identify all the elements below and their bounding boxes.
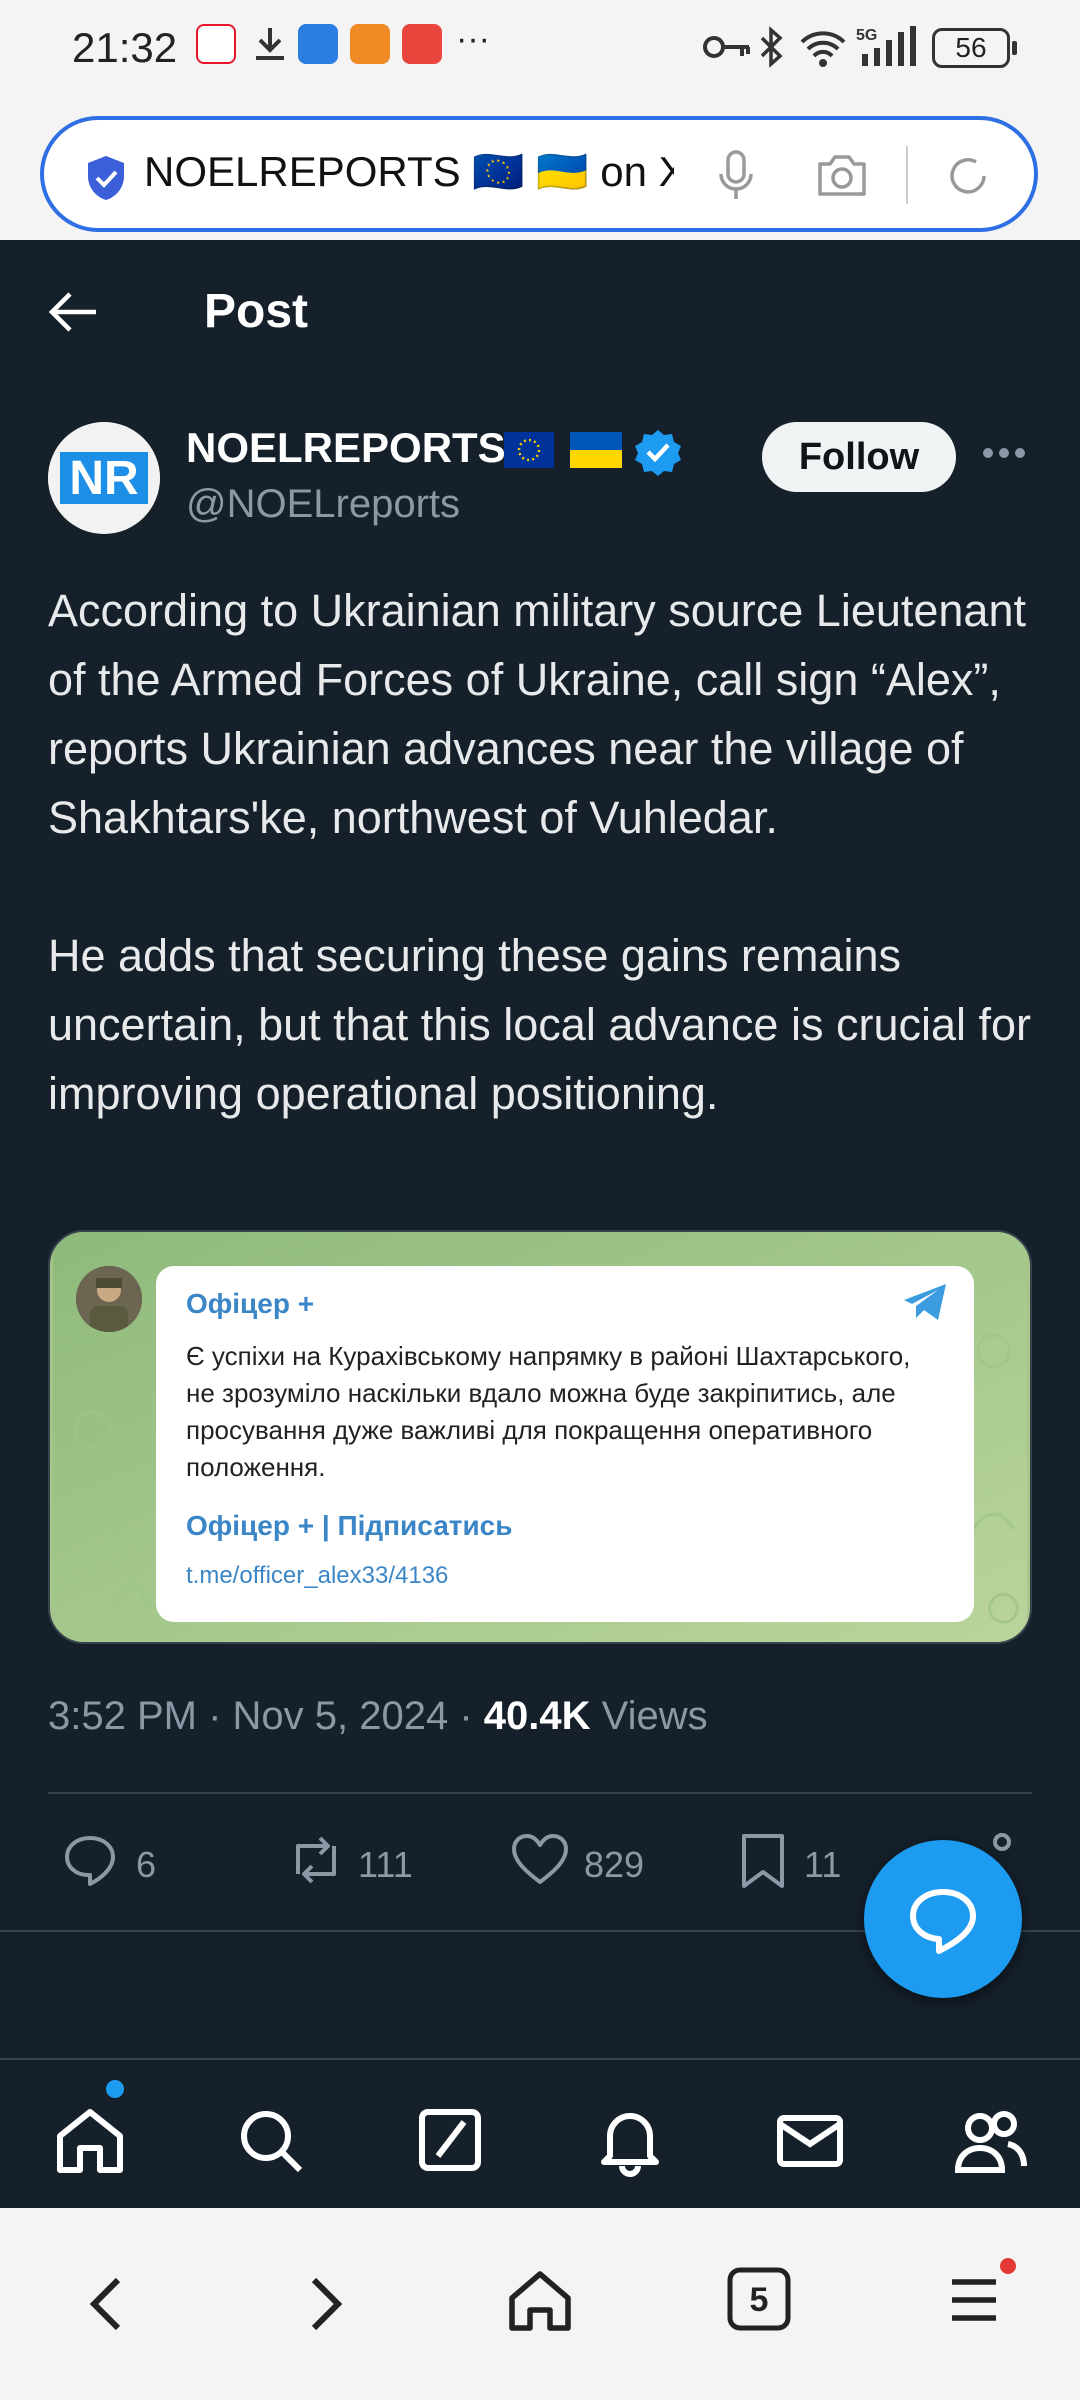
author-handle[interactable]: @NOELreports bbox=[186, 482, 460, 527]
post-header: Post bbox=[0, 240, 1080, 390]
page-title: Post bbox=[204, 285, 309, 338]
communities-tab-icon[interactable] bbox=[950, 2100, 1030, 2180]
signal-icon: 5G bbox=[856, 24, 922, 75]
browser-menu-icon[interactable] bbox=[946, 2272, 1002, 2333]
svg-text:5G: 5G bbox=[856, 27, 877, 44]
video-app-icon bbox=[350, 24, 390, 64]
telegram-post-link: t.me/officer_alex33/4136 bbox=[186, 1562, 449, 1589]
like-button[interactable]: 829 bbox=[510, 1832, 660, 1892]
more-options-icon[interactable] bbox=[982, 446, 1026, 464]
telegram-icon bbox=[902, 1282, 948, 1327]
address-bar[interactable]: NOELREPORTS 🇪🇺 🇺🇦 on X bbox=[40, 116, 1038, 232]
microphone-icon[interactable] bbox=[716, 148, 756, 209]
browser-toolbar: NOELREPORTS 🇪🇺 🇺🇦 on X bbox=[0, 100, 1080, 240]
post-time: 3:52 PM bbox=[48, 1694, 197, 1738]
telegram-channel-name: Офіцер + bbox=[186, 1288, 315, 1319]
bluetooth-icon bbox=[758, 26, 786, 73]
follow-button[interactable]: Follow bbox=[762, 422, 956, 492]
author-name[interactable]: NOELREPORTS bbox=[186, 424, 506, 472]
menu-notification-dot bbox=[1000, 2258, 1016, 2274]
reply-count: 6 bbox=[136, 1844, 157, 1885]
key-icon bbox=[702, 30, 752, 69]
post-meta: 3:52 PM · Nov 5, 2024 · 40.4K Views bbox=[48, 1694, 708, 1739]
search-tab-icon[interactable] bbox=[230, 2100, 310, 2180]
eu-flag-icon bbox=[504, 432, 554, 468]
telegram-message-bubble: Офіцер + Є успіхи на Курахівському напря… bbox=[156, 1266, 974, 1622]
views-label: Views bbox=[601, 1694, 708, 1738]
browser-forward-icon[interactable] bbox=[306, 2274, 346, 2339]
repost-count: 111 bbox=[358, 1844, 413, 1885]
meta-separator: · bbox=[459, 1694, 484, 1738]
more-notifications-icon: ··· bbox=[456, 20, 490, 58]
download-icon bbox=[250, 24, 290, 64]
bookmark-count: 11 bbox=[804, 1844, 842, 1885]
app-icon-blue bbox=[298, 24, 338, 64]
bottom-navigation bbox=[0, 2058, 1080, 2208]
reload-icon[interactable] bbox=[944, 152, 992, 205]
camera-icon[interactable] bbox=[816, 152, 868, 203]
telegram-subscribe-link: Офіцер + | Підписатись bbox=[186, 1510, 513, 1541]
browser-home-icon[interactable] bbox=[504, 2264, 576, 2341]
telegram-message-text: Є успіхи на Курахівському напрямку в рай… bbox=[186, 1341, 911, 1482]
verified-badge-icon bbox=[634, 428, 682, 481]
back-arrow-icon[interactable] bbox=[48, 290, 100, 339]
bookmark-button[interactable]: 11 bbox=[738, 1832, 858, 1892]
status-time: 21:32 bbox=[72, 24, 178, 71]
views-count: 40.4K bbox=[483, 1694, 591, 1738]
browser-back-icon[interactable] bbox=[86, 2274, 126, 2339]
url-text[interactable]: NOELREPORTS 🇪🇺 🇺🇦 on X bbox=[144, 148, 674, 197]
url-bar-divider bbox=[906, 146, 908, 204]
browser-tabs-button[interactable]: 5 bbox=[726, 2266, 792, 2337]
shield-icon bbox=[84, 154, 128, 202]
divider bbox=[48, 1792, 1032, 1794]
grok-tab-icon[interactable] bbox=[410, 2100, 490, 2180]
compose-reply-fab[interactable] bbox=[864, 1840, 1022, 1998]
tabs-count: 5 bbox=[750, 2281, 769, 2319]
wifi-icon bbox=[798, 26, 848, 73]
reply-button[interactable]: 6 bbox=[62, 1832, 182, 1892]
avatar[interactable]: NR bbox=[48, 422, 160, 534]
home-notification-dot bbox=[106, 2080, 124, 2098]
heart-icon bbox=[512, 1834, 568, 1884]
home-tab-icon[interactable] bbox=[50, 2100, 130, 2180]
like-count: 829 bbox=[584, 1844, 645, 1885]
app-icon-red bbox=[402, 24, 442, 64]
messages-tab-icon[interactable] bbox=[770, 2100, 850, 2180]
meta-separator: · bbox=[208, 1694, 233, 1738]
ukraine-flag-icon bbox=[570, 432, 622, 468]
bookmark-icon bbox=[742, 1834, 784, 1888]
post-date: Nov 5, 2024 bbox=[232, 1694, 449, 1738]
tweet-text: According to Ukrainian military source L… bbox=[48, 585, 1032, 1119]
weibo-icon bbox=[196, 24, 236, 64]
battery-indicator: 56 bbox=[932, 28, 1017, 68]
browser-navigation-bar: 5 bbox=[0, 2208, 1080, 2400]
chat-bubble-icon bbox=[910, 1889, 976, 1954]
avatar-logo-text: NR bbox=[69, 452, 138, 505]
telegram-channel-avatar bbox=[76, 1266, 142, 1332]
repost-button[interactable]: 111 bbox=[284, 1832, 424, 1892]
tweet-media-image[interactable]: Офіцер + Є успіхи на Курахівському напря… bbox=[48, 1230, 1032, 1644]
reply-icon bbox=[65, 1836, 115, 1886]
notifications-tab-icon[interactable] bbox=[590, 2100, 670, 2180]
status-bar: 21:32 ··· 5G 56 bbox=[0, 0, 1080, 100]
repost-icon bbox=[296, 1836, 336, 1884]
